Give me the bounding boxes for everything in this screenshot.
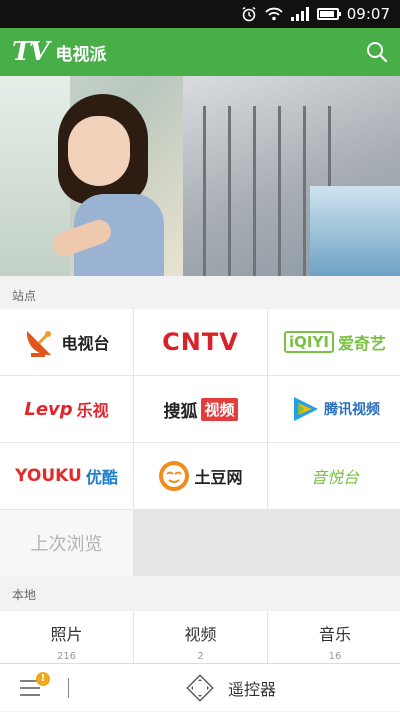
site-label: 搜狐	[163, 401, 198, 422]
local-media-row: 照片 216 视频 2 音乐 16	[0, 611, 400, 663]
site-label: 优酷	[85, 468, 118, 487]
search-icon[interactable]	[366, 41, 388, 63]
last-browse-label: 上次浏览	[30, 534, 103, 555]
local-videos[interactable]: 视频 2	[134, 611, 267, 663]
alarm-icon	[242, 6, 256, 22]
app-title: 电视派	[55, 44, 107, 65]
iqiyi-logo: iQIYI	[284, 331, 334, 353]
battery-icon	[316, 8, 341, 20]
site-label: 爱奇艺	[337, 334, 386, 353]
site-tencent[interactable]: 腾讯视频	[268, 376, 400, 442]
bottom-bar: ! 遥控器	[0, 663, 400, 711]
remote-control-button[interactable]: 遥控器	[186, 664, 276, 712]
sohu-video-badge: 视频	[201, 397, 238, 421]
site-label: 乐视	[76, 401, 109, 420]
site-label: 土豆网	[194, 468, 243, 487]
tencent-video-logo	[294, 397, 318, 421]
local-photos[interactable]: 照片 216	[0, 611, 133, 663]
divider	[68, 677, 69, 698]
site-yinyuetai[interactable]: 音悦台	[268, 443, 400, 509]
site-tv-station[interactable]: 电视台	[0, 309, 133, 375]
tudou-logo	[159, 461, 190, 491]
site-cntv[interactable]: CNTV	[134, 309, 267, 375]
signal-icon	[290, 7, 309, 21]
local-music[interactable]: 音乐 16	[268, 611, 400, 663]
site-iqiyi[interactable]: iQIYI 爱奇艺	[268, 309, 400, 375]
cntv-logo: CNTV	[162, 328, 239, 356]
site-letv[interactable]: Levp 乐视	[0, 376, 133, 442]
satellite-dish-icon	[27, 331, 52, 357]
local-item-name: 照片	[50, 625, 83, 644]
site-sohu[interactable]: 搜狐 视频	[134, 376, 267, 442]
site-tudou[interactable]: 土豆网	[134, 443, 267, 509]
remote-label: 遥控器	[228, 680, 277, 699]
local-item-name: 音乐	[318, 625, 351, 644]
menu-button[interactable]: !	[0, 664, 60, 712]
local-item-count: 216	[56, 651, 77, 662]
status-time: 09:07	[346, 5, 390, 23]
section-label-sites: 站点	[12, 289, 37, 303]
last-browse-button[interactable]: 上次浏览	[0, 510, 133, 576]
banner-carousel[interactable]	[0, 76, 400, 276]
sites-grid: 电视台 CNTV iQIYI 爱奇艺 Levp 乐视 搜狐 视频 腾讯视频 YO…	[0, 309, 400, 576]
site-youku[interactable]: YOUKU 优酷	[0, 443, 133, 509]
site-label: 电视台	[61, 334, 110, 353]
section-label-local: 本地	[12, 588, 37, 602]
letv-logo: Levp	[24, 398, 73, 420]
app-bar: TV 电视派	[0, 28, 400, 76]
dpad-icon	[186, 674, 214, 702]
wifi-icon	[265, 7, 283, 21]
yinyuetai-logo: 音悦台	[310, 468, 359, 487]
local-item-count: 2	[197, 651, 204, 662]
banner-slide-girl[interactable]	[0, 76, 183, 276]
status-bar: 09:07	[0, 0, 400, 28]
site-label: 腾讯视频	[324, 402, 380, 418]
local-item-name: 视频	[184, 625, 217, 644]
notification-badge: !	[36, 671, 50, 686]
banner-slide-ship[interactable]	[183, 76, 400, 276]
app-logo: TV	[12, 37, 50, 67]
youku-logo: YOUKU	[15, 466, 82, 486]
local-item-count: 16	[328, 651, 342, 662]
